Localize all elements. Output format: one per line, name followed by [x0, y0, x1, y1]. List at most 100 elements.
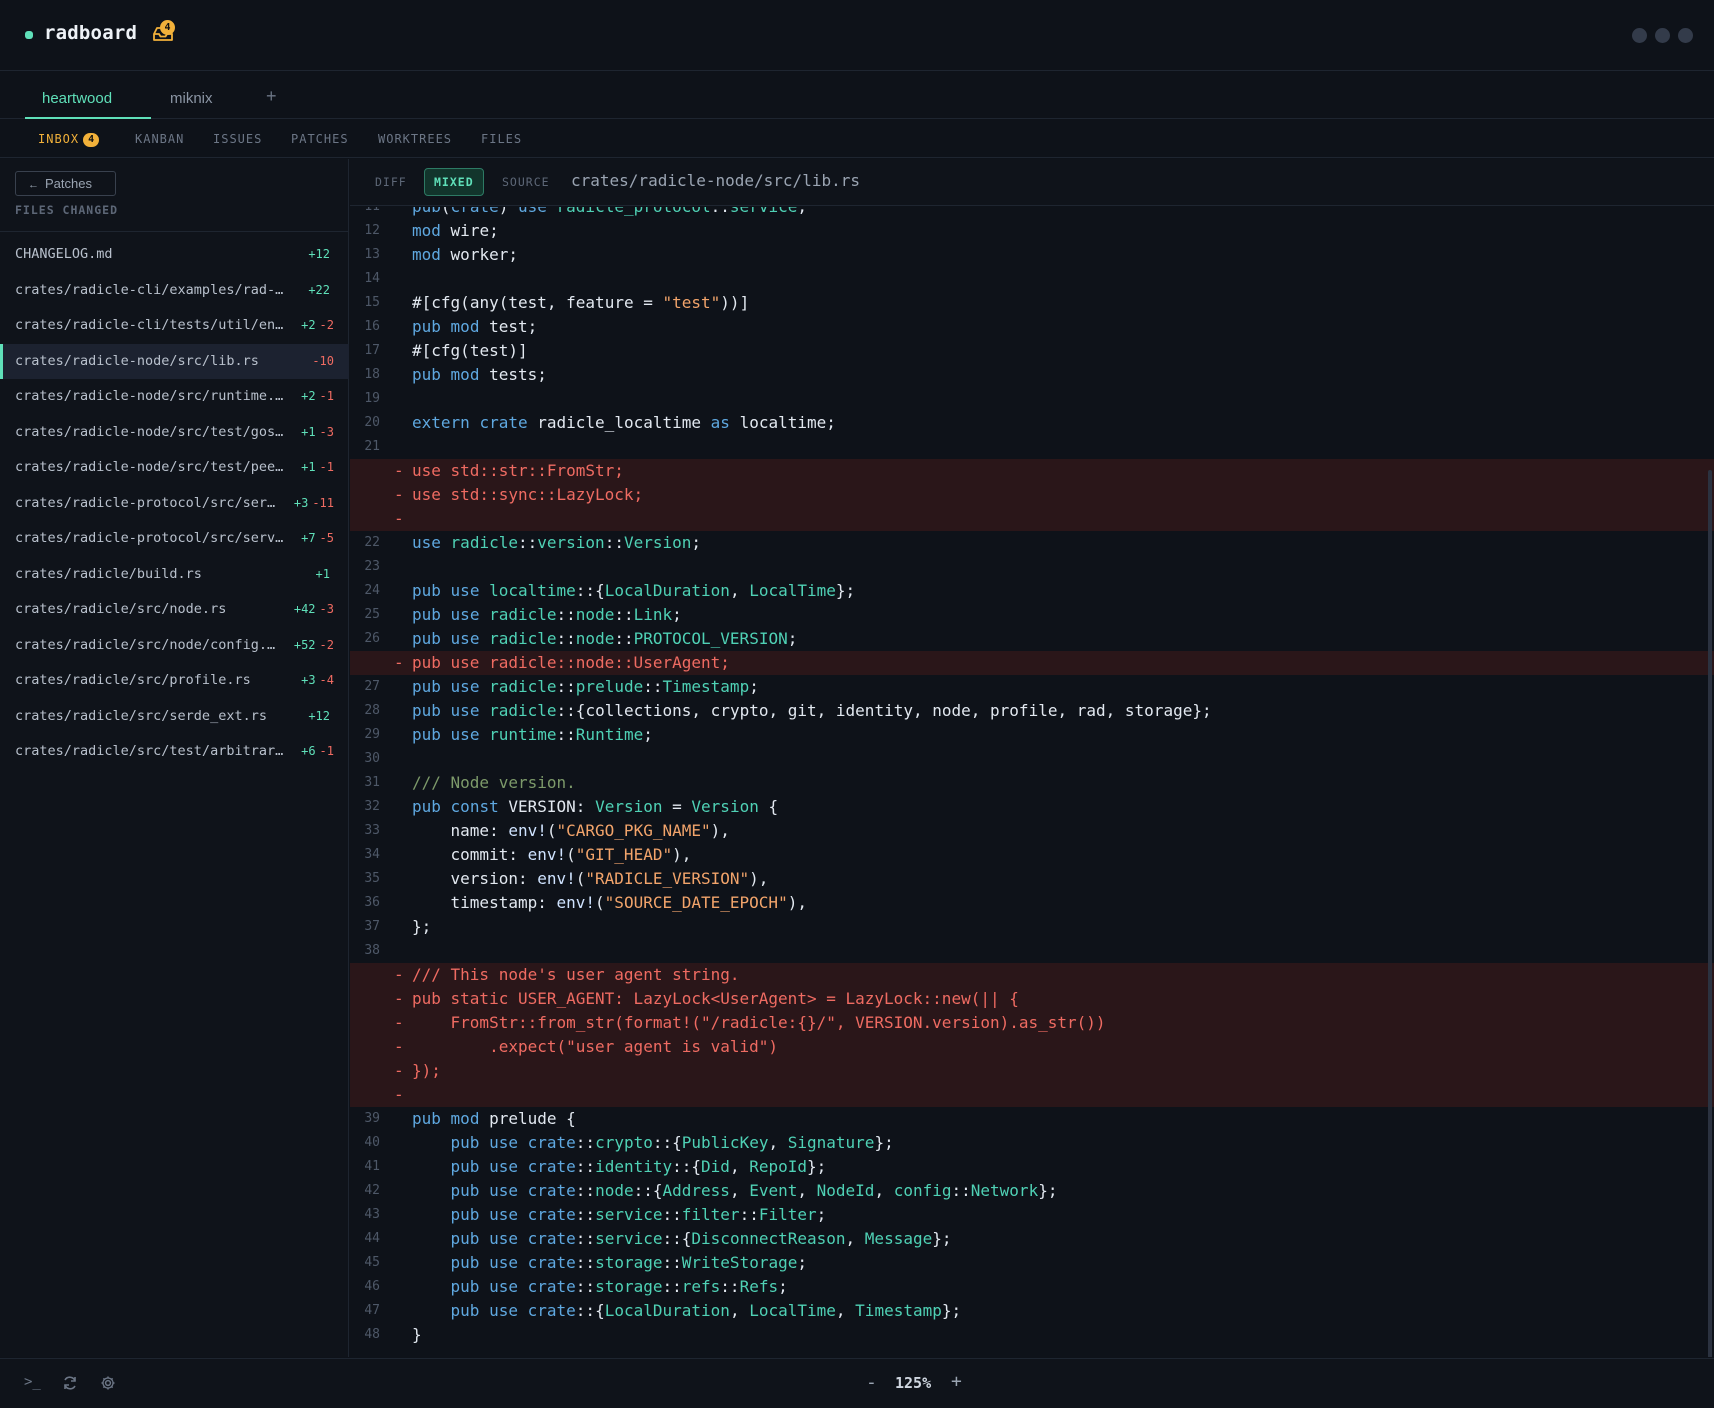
line-number: 46 — [364, 1279, 380, 1294]
changed-file-row[interactable]: crates/radicle-node/src/runtime.… +2 -1 — [0, 379, 349, 415]
changed-file-row[interactable]: CHANGELOG.md +12 — [0, 237, 349, 273]
code-text: extern crate radicle_localtime as localt… — [412, 413, 836, 432]
code-line: 25 pub use radicle::node::Link; — [350, 603, 1714, 627]
changed-file-row[interactable]: crates/radicle/src/node.rs +42 -3 — [0, 592, 349, 628]
repo-tab-miknix[interactable]: miknix — [170, 72, 213, 119]
view-mode-bar: DIFF MIXED SOURCE crates/radicle-node/sr… — [350, 159, 1714, 206]
changed-file-row[interactable]: crates/radicle/src/serde_ext.rs +12 — [0, 699, 349, 735]
code-text: pub use radicle::node::UserAgent; — [412, 653, 730, 672]
tab-files[interactable]: FILES — [481, 132, 522, 146]
removed-code-line: -}); — [350, 1059, 1714, 1083]
vertical-scrollbar[interactable] — [1708, 470, 1712, 1357]
deletions-count: -3 — [319, 602, 334, 616]
view-mode-diff[interactable]: DIFF — [375, 175, 407, 189]
line-number: 47 — [364, 1303, 380, 1318]
code-view[interactable]: 11 pub(crate) use radicle_protocol::servi… — [350, 207, 1714, 1357]
window-minimize-button[interactable] — [1632, 28, 1647, 43]
changed-file-row[interactable]: crates/radicle/src/test/arbitrar… +6 -1 — [0, 734, 349, 770]
changed-file-row[interactable]: crates/radicle-protocol/src/ser… +3 -11 — [0, 486, 349, 522]
tab-issues[interactable]: ISSUES — [213, 132, 262, 146]
changed-file-row[interactable]: crates/radicle-node/src/test/pee… +1 -1 — [0, 450, 349, 486]
line-number: 40 — [364, 1135, 380, 1150]
file-name: crates/radicle-cli/examples/rad-c… — [15, 281, 287, 298]
line-number: 25 — [364, 607, 380, 622]
code-line: 47 pub use crate::{LocalDuration, LocalT… — [350, 1299, 1714, 1323]
file-diff-stats: +6 -1 — [301, 734, 334, 770]
code-line: 24 pub use localtime::{LocalDuration, Loc… — [350, 579, 1714, 603]
changed-file-row[interactable]: crates/radicle-protocol/src/serv… +7 -5 — [0, 521, 349, 557]
code-text: pub static USER_AGENT: LazyLock<UserAgen… — [412, 989, 1019, 1008]
app-name: radboard — [44, 22, 138, 44]
line-number: 11 — [350, 207, 380, 219]
deletions-count: -5 — [319, 531, 334, 545]
zoom-level: 125% — [895, 1374, 932, 1392]
removed-marker: - — [394, 485, 404, 504]
line-number: 41 — [364, 1159, 380, 1174]
changed-file-row[interactable]: crates/radicle-cli/examples/rad-c… +22 — [0, 273, 349, 309]
removed-marker: - — [394, 1061, 404, 1080]
changed-file-row[interactable]: crates/radicle-node/src/lib.rs -10 — [0, 343, 349, 380]
file-name: crates/radicle/src/profile.rs — [15, 672, 251, 688]
code-text: use std::sync::LazyLock; — [412, 485, 644, 504]
zoom-out-button[interactable]: - — [866, 1372, 877, 1393]
code-text: pub use crate::storage::WriteStorage; — [450, 1253, 807, 1272]
tab-worktrees[interactable]: WORKTREES — [378, 132, 452, 146]
file-diff-stats: -10 — [308, 344, 334, 380]
changed-file-row[interactable]: crates/radicle/build.rs +1 — [0, 557, 349, 593]
add-repo-tab-button[interactable]: + — [266, 86, 277, 107]
line-number: 27 — [364, 679, 380, 694]
removed-marker: - — [394, 965, 404, 984]
additions-count: +12 — [308, 247, 330, 261]
code-line: 34 commit: env!("GIT_HEAD"), — [350, 843, 1714, 867]
code-text: timestamp: env!("SOURCE_DATE_EPOCH"), — [450, 893, 807, 912]
back-to-patches-button[interactable]: ← Patches — [15, 171, 116, 196]
code-text: pub use crate::node::{Address, Event, No… — [450, 1181, 1058, 1200]
code-text: use std::str::FromStr; — [412, 461, 624, 480]
terminal-icon[interactable]: >_ — [24, 1374, 41, 1390]
code-line: 18 pub mod tests; — [350, 363, 1714, 387]
deletions-count: -1 — [319, 389, 334, 403]
tab-inbox[interactable]: INBOX 4 — [38, 132, 100, 147]
changed-file-row[interactable]: crates/radicle-cli/tests/util/en… +2 -2 — [0, 308, 349, 344]
tab-patches[interactable]: PATCHES — [291, 132, 349, 146]
deletions-count: -11 — [312, 495, 334, 510]
window-controls — [1632, 28, 1693, 43]
tab-kanban[interactable]: KANBAN — [135, 132, 184, 146]
code-line: 31 /// Node version. — [350, 771, 1714, 795]
line-number: 21 — [364, 439, 380, 454]
refresh-icon[interactable] — [62, 1375, 78, 1391]
code-text: commit: env!("GIT_HEAD"), — [450, 845, 692, 864]
file-name: crates/radicle/src/node.rs — [15, 601, 227, 617]
window-maximize-button[interactable] — [1655, 28, 1670, 43]
code-line: 40 pub use crate::crypto::{PublicKey, Si… — [350, 1131, 1714, 1155]
code-line: 39 pub mod prelude { — [350, 1107, 1714, 1131]
changed-file-row[interactable]: crates/radicle/src/profile.rs +3 -4 — [0, 663, 349, 699]
file-name: crates/radicle/src/serde_ext.rs — [15, 707, 267, 724]
zoom-in-button[interactable]: + — [951, 1371, 962, 1392]
code-line: 26 pub use radicle::node::PROTOCOL_VERSIO… — [350, 627, 1714, 651]
line-number: 26 — [364, 631, 380, 646]
changed-file-row[interactable]: crates/radicle-node/src/test/gos… +1 -3 — [0, 415, 349, 451]
code-line: 17 #[cfg(test)] — [350, 339, 1714, 363]
line-number: 48 — [364, 1327, 380, 1342]
code-text: use radicle::version::Version; — [412, 533, 702, 552]
code-text: pub use crate::service::filter::Filter; — [450, 1205, 827, 1224]
code-lines: 11 pub(crate) use radicle_protocol::servi… — [350, 207, 1714, 1347]
changed-file-row[interactable]: crates/radicle/src/node/config.… +52 -2 — [0, 628, 349, 664]
view-mode-source[interactable]: SOURCE — [502, 175, 550, 189]
changed-files-list: CHANGELOG.md +12 crates/radicle-cli/exampl… — [0, 237, 349, 770]
removed-marker: - — [394, 1037, 404, 1056]
additions-count: +1 — [301, 424, 316, 439]
code-line: 11 pub(crate) use radicle_protocol::servi… — [350, 207, 1714, 219]
additions-count: +3 — [301, 673, 316, 687]
repo-tab-heartwood[interactable]: heartwood — [25, 72, 151, 119]
code-text: .expect("user agent is valid") — [412, 1037, 779, 1056]
line-number: 19 — [364, 391, 380, 406]
gear-icon[interactable] — [100, 1375, 116, 1391]
window-close-button[interactable] — [1678, 28, 1693, 43]
file-diff-stats: +42 -3 — [294, 592, 334, 628]
view-mode-mixed[interactable]: MIXED — [424, 168, 484, 196]
code-text: pub use radicle::{collections, crypto, g… — [412, 701, 1212, 720]
code-text: #[cfg(any(test, feature = "test"))] — [412, 293, 750, 312]
code-line: 23 — [350, 555, 1714, 579]
